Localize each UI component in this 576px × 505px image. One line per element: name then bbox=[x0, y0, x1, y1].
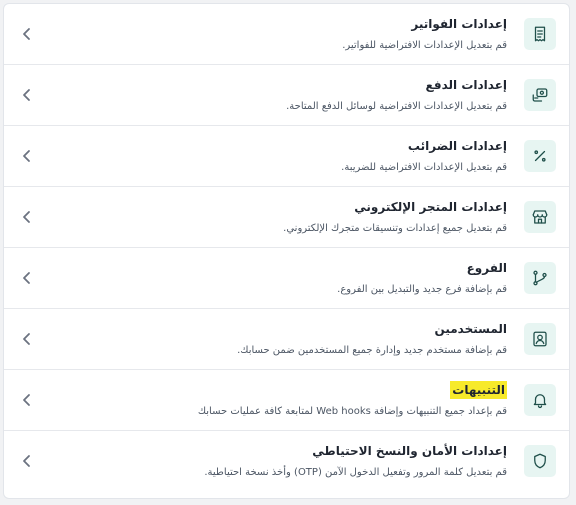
user-icon bbox=[524, 323, 556, 355]
chevron-left-icon bbox=[20, 331, 34, 347]
chevron-left-icon bbox=[20, 26, 34, 42]
settings-item-description: قم بتعديل الإعدادات الافتراضية لوسائل ال… bbox=[286, 101, 507, 112]
settings-item-users[interactable]: المستخدمين قم بإضافة مستخدم جديد وإدارة … bbox=[4, 309, 569, 370]
chevron-left-icon bbox=[20, 148, 34, 164]
settings-item-security-backup[interactable]: إعدادات الأمان والنسخ الاحتياطي قم بتعدي… bbox=[4, 431, 569, 492]
settings-item-description: قم بتعديل جميع إعدادات وتنسيقات متجرك ال… bbox=[283, 223, 507, 234]
settings-item-store[interactable]: إعدادات المتجر الإلكتروني قم بتعديل جميع… bbox=[4, 187, 569, 248]
settings-item-title: إعدادات الضرائب bbox=[407, 139, 507, 153]
settings-item-title: التنبيهات bbox=[450, 381, 507, 399]
shield-icon bbox=[524, 445, 556, 477]
settings-item-title: إعدادات الأمان والنسخ الاحتياطي bbox=[312, 444, 507, 458]
settings-item-title: إعدادات الفواتير bbox=[411, 17, 507, 31]
settings-item-description: قم بإضافة مستخدم جديد وإدارة جميع المستخ… bbox=[237, 345, 507, 356]
percent-icon bbox=[524, 140, 556, 172]
settings-item-description: قم بتعديل الإعدادات الافتراضية للضريبة. bbox=[341, 162, 507, 173]
payment-icon bbox=[524, 79, 556, 111]
settings-item-title: الفروع bbox=[466, 261, 507, 275]
branch-icon bbox=[524, 262, 556, 294]
chevron-left-icon bbox=[20, 453, 34, 469]
bell-icon bbox=[524, 384, 556, 416]
settings-list: إعدادات الفواتير قم بتعديل الإعدادات الا… bbox=[3, 3, 570, 499]
settings-item-taxes[interactable]: إعدادات الضرائب قم بتعديل الإعدادات الاف… bbox=[4, 126, 569, 187]
chevron-left-icon bbox=[20, 270, 34, 286]
settings-item-description: قم بتعديل كلمة المرور وتفعيل الدخول الآم… bbox=[204, 467, 507, 478]
receipt-icon bbox=[524, 18, 556, 50]
store-icon bbox=[524, 201, 556, 233]
settings-item-description: قم بإعداد جميع التنبيهات وإضافة Web hook… bbox=[197, 406, 507, 417]
settings-item-title: إعدادات المتجر الإلكتروني bbox=[354, 200, 507, 214]
settings-item-description: قم بإضافة فرع جديد والتبديل بين الفروع. bbox=[337, 284, 507, 295]
settings-item-description: قم بتعديل الإعدادات الافتراضية للفواتير. bbox=[342, 40, 507, 51]
settings-item-title: المستخدمين bbox=[434, 322, 507, 336]
settings-item-notifications[interactable]: التنبيهات قم بإعداد جميع التنبيهات وإضاف… bbox=[4, 370, 569, 431]
chevron-left-icon bbox=[20, 209, 34, 225]
chevron-left-icon bbox=[20, 392, 34, 408]
settings-item-title: إعدادات الدفع bbox=[425, 78, 507, 92]
settings-item-invoices[interactable]: إعدادات الفواتير قم بتعديل الإعدادات الا… bbox=[4, 4, 569, 65]
settings-item-payment[interactable]: إعدادات الدفع قم بتعديل الإعدادات الافتر… bbox=[4, 65, 569, 126]
settings-item-branches[interactable]: الفروع قم بإضافة فرع جديد والتبديل بين ا… bbox=[4, 248, 569, 309]
chevron-left-icon bbox=[20, 87, 34, 103]
